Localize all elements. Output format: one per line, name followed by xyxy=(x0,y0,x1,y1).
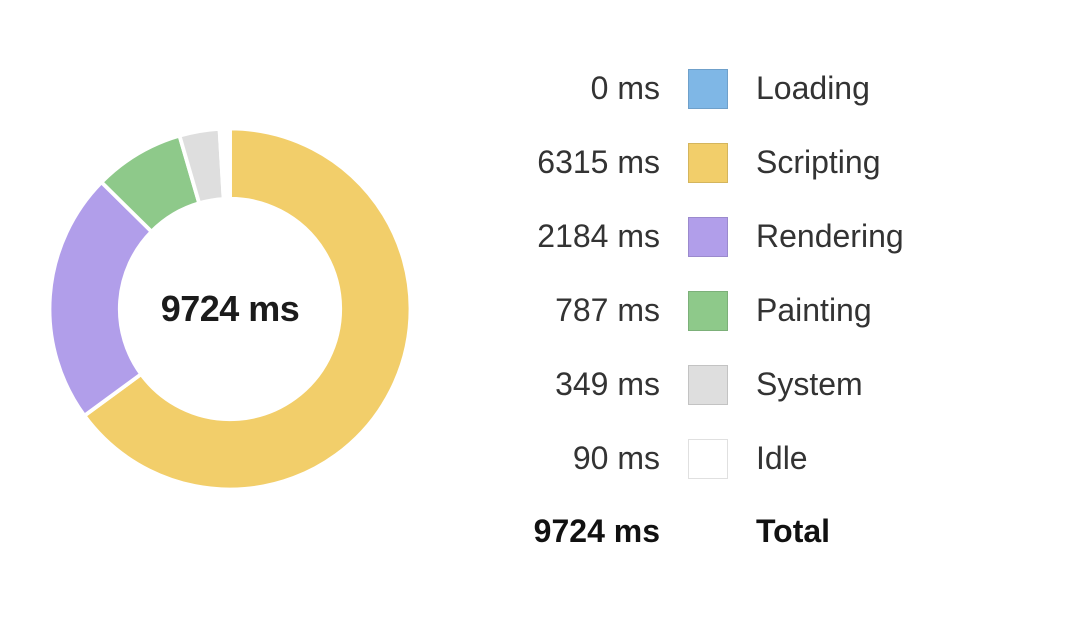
legend-swatch-painting xyxy=(688,291,728,331)
legend: 0 ms Loading 6315 ms Scripting 2184 ms R… xyxy=(500,69,916,550)
legend-value: 6315 ms xyxy=(500,144,660,181)
legend-value: 349 ms xyxy=(500,366,660,403)
legend-swatch-rendering xyxy=(688,217,728,257)
legend-swatch-scripting xyxy=(688,143,728,183)
legend-value: 0 ms xyxy=(500,70,660,107)
legend-label: Scripting xyxy=(756,144,916,181)
summary-panel: 9724 ms 0 ms Loading 6315 ms Scripting 2… xyxy=(0,0,1080,618)
legend-label: Painting xyxy=(756,292,916,329)
donut-slice-idle xyxy=(220,129,230,199)
legend-swatch-loading xyxy=(688,69,728,109)
chart-pane: 9724 ms xyxy=(0,0,460,618)
donut-chart: 9724 ms xyxy=(40,119,420,499)
legend-swatch-idle xyxy=(688,439,728,479)
legend-total-label: Total xyxy=(756,513,916,550)
legend-value: 90 ms xyxy=(500,440,660,477)
legend-label: Loading xyxy=(756,70,916,107)
legend-label: Rendering xyxy=(756,218,916,255)
legend-pane: 0 ms Loading 6315 ms Scripting 2184 ms R… xyxy=(460,69,1080,550)
legend-value: 2184 ms xyxy=(500,218,660,255)
legend-value: 787 ms xyxy=(500,292,660,329)
legend-swatch-system xyxy=(688,365,728,405)
legend-total-value: 9724 ms xyxy=(500,513,660,550)
legend-label: Idle xyxy=(756,440,916,477)
legend-label: System xyxy=(756,366,916,403)
donut-svg xyxy=(40,119,420,499)
